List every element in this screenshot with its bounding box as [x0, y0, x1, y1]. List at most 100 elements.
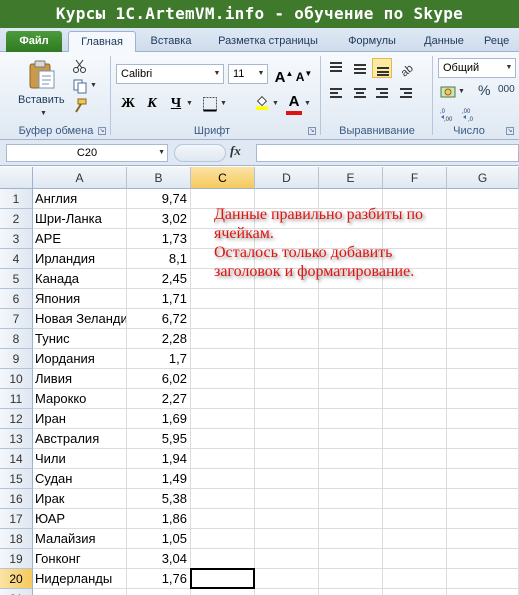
fill-color-icon[interactable] — [254, 94, 270, 110]
cell-b10[interactable]: 6,02 — [127, 369, 191, 389]
cell-b14[interactable]: 1,94 — [127, 449, 191, 469]
row-header[interactable]: 4 — [0, 249, 33, 269]
cell-f14[interactable] — [383, 449, 447, 469]
cell-a16[interactable]: Ирак — [33, 489, 127, 509]
column-header-f[interactable]: F — [383, 167, 447, 189]
cell-e13[interactable] — [319, 429, 383, 449]
name-box[interactable]: C20 ▼ — [6, 144, 168, 162]
row-header[interactable]: 12 — [0, 409, 33, 429]
cell-e20[interactable] — [319, 569, 383, 589]
cell-d12[interactable] — [255, 409, 319, 429]
font-color-dropdown-icon[interactable]: ▼ — [304, 100, 311, 107]
cell-g19[interactable] — [447, 549, 519, 569]
cell-e11[interactable] — [319, 389, 383, 409]
row-header[interactable]: 16 — [0, 489, 33, 509]
cell-g18[interactable] — [447, 529, 519, 549]
cell-f21[interactable] — [383, 589, 447, 595]
cell-a3[interactable]: АРЕ — [33, 229, 127, 249]
cell-b5[interactable]: 2,45 — [127, 269, 191, 289]
insert-function-button[interactable]: fx — [230, 143, 241, 159]
font-color-button[interactable]: A — [284, 92, 304, 115]
font-launcher-icon[interactable]: ↘ — [308, 127, 316, 135]
cell-g7[interactable] — [447, 309, 519, 329]
column-header-g[interactable]: G — [447, 167, 519, 189]
cell-e6[interactable] — [319, 289, 383, 309]
cell-a1[interactable]: Англия — [33, 189, 127, 209]
cell-a13[interactable]: Австралия — [33, 429, 127, 449]
row-header[interactable]: 5 — [0, 269, 33, 289]
cell-d18[interactable] — [255, 529, 319, 549]
borders-icon[interactable] — [202, 96, 218, 112]
cell-a8[interactable]: Тунис — [33, 329, 127, 349]
cell-d21[interactable] — [255, 589, 319, 595]
cell-e16[interactable] — [319, 489, 383, 509]
cell-c16[interactable] — [191, 489, 255, 509]
cell-e8[interactable] — [319, 329, 383, 349]
cell-d16[interactable] — [255, 489, 319, 509]
row-header[interactable]: 15 — [0, 469, 33, 489]
cell-c19[interactable] — [191, 549, 255, 569]
cell-c18[interactable] — [191, 529, 255, 549]
tab-data[interactable]: Данные — [414, 31, 474, 52]
cell-d9[interactable] — [255, 349, 319, 369]
row-header[interactable]: 21 — [0, 589, 33, 595]
cell-d6[interactable] — [255, 289, 319, 309]
align-center-button[interactable] — [350, 84, 370, 104]
cell-d8[interactable] — [255, 329, 319, 349]
cell-b15[interactable]: 1,49 — [127, 469, 191, 489]
italic-button[interactable]: К — [142, 94, 162, 114]
cell-d13[interactable] — [255, 429, 319, 449]
cell-f18[interactable] — [383, 529, 447, 549]
formula-input[interactable] — [256, 144, 519, 162]
cell-e21[interactable] — [319, 589, 383, 595]
cell-c6[interactable] — [191, 289, 255, 309]
number-launcher-icon[interactable]: ↘ — [506, 127, 514, 135]
cell-f8[interactable] — [383, 329, 447, 349]
cell-b12[interactable]: 1,69 — [127, 409, 191, 429]
cell-f16[interactable] — [383, 489, 447, 509]
tab-insert[interactable]: Вставка — [140, 31, 202, 52]
cell-f20[interactable] — [383, 569, 447, 589]
paste-dropdown-icon[interactable]: ▼ — [40, 110, 47, 117]
align-bottom-button[interactable] — [372, 58, 392, 78]
cell-a11[interactable]: Марокко — [33, 389, 127, 409]
row-header[interactable]: 3 — [0, 229, 33, 249]
orientation-button[interactable]: ab — [396, 58, 416, 79]
cell-a2[interactable]: Шри-Ланка — [33, 209, 127, 229]
cell-g20[interactable] — [447, 569, 519, 589]
cell-d17[interactable] — [255, 509, 319, 529]
cell-a20[interactable]: Нидерланды — [33, 569, 127, 589]
cell-f13[interactable] — [383, 429, 447, 449]
cell-g13[interactable] — [447, 429, 519, 449]
cell-c9[interactable] — [191, 349, 255, 369]
cell-c21[interactable] — [191, 589, 255, 595]
cell-e7[interactable] — [319, 309, 383, 329]
cell-a6[interactable]: Япония — [33, 289, 127, 309]
cell-g14[interactable] — [447, 449, 519, 469]
align-right-button[interactable] — [372, 84, 392, 104]
cell-b1[interactable]: 9,74 — [127, 189, 191, 209]
cell-f7[interactable] — [383, 309, 447, 329]
number-format-select[interactable]: Общий ▼ — [438, 58, 516, 78]
row-header[interactable]: 19 — [0, 549, 33, 569]
cell-c13[interactable] — [191, 429, 255, 449]
cell-a4[interactable]: Ирландия — [33, 249, 127, 269]
cell-e9[interactable] — [319, 349, 383, 369]
cell-c15[interactable] — [191, 469, 255, 489]
currency-format-icon[interactable] — [440, 84, 456, 100]
percent-button[interactable]: % — [478, 82, 490, 98]
column-header-c[interactable]: C — [191, 167, 255, 189]
row-header[interactable]: 6 — [0, 289, 33, 309]
cell-a15[interactable]: Судан — [33, 469, 127, 489]
cell-g21[interactable] — [447, 589, 519, 595]
clipboard-launcher-icon[interactable]: ↘ — [98, 127, 106, 135]
formula-bar-splitter[interactable] — [174, 144, 226, 162]
cell-a18[interactable]: Малайзия — [33, 529, 127, 549]
cell-c14[interactable] — [191, 449, 255, 469]
cell-b6[interactable]: 1,71 — [127, 289, 191, 309]
cell-b9[interactable]: 1,7 — [127, 349, 191, 369]
cell-d15[interactable] — [255, 469, 319, 489]
cell-g10[interactable] — [447, 369, 519, 389]
tab-formulas[interactable]: Формулы — [340, 31, 404, 52]
cell-a5[interactable]: Канада — [33, 269, 127, 289]
